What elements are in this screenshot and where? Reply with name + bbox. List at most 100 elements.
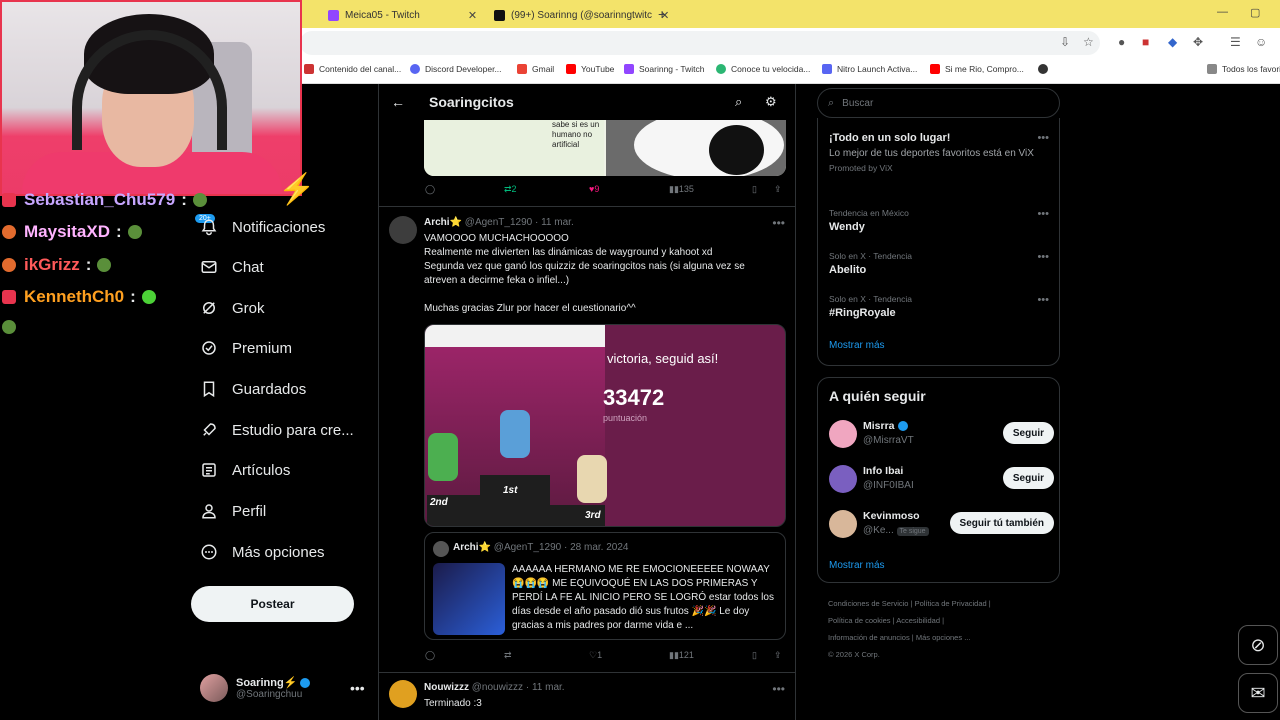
trends-panel: ¡Todo en un solo lugar! Lo mejor de tus … xyxy=(817,118,1060,366)
account-name: Soarinng⚡ xyxy=(236,677,298,689)
bookmark-item[interactable]: YouTube xyxy=(566,64,614,74)
show-more-link[interactable]: Mostrar más xyxy=(829,340,885,351)
reply-icon[interactable]: ◯ xyxy=(425,184,435,195)
views-icon[interactable]: ▮▮ 135 xyxy=(669,184,694,195)
views-icon[interactable]: ▮▮ 121 xyxy=(669,650,694,661)
bookmark-item[interactable]: Gmail xyxy=(517,64,554,74)
more-icon[interactable]: ••• xyxy=(1037,251,1049,263)
profile-icon[interactable]: ☺ xyxy=(1255,35,1267,49)
nav-chat[interactable]: Chat xyxy=(200,252,264,282)
nav-grok[interactable]: Grok xyxy=(200,293,265,323)
bookmark-icon[interactable]: ▯ xyxy=(752,184,757,195)
discord-icon xyxy=(410,64,420,74)
search-input[interactable]: ⌕ Buscar xyxy=(817,88,1060,118)
like-icon[interactable]: ♥ 9 xyxy=(589,184,599,194)
tiktok-icon xyxy=(494,9,505,21)
avatar[interactable] xyxy=(389,680,417,708)
avatar[interactable] xyxy=(389,216,417,244)
reply-icon[interactable]: ◯ xyxy=(425,650,435,661)
follow-button[interactable]: Seguir xyxy=(1002,422,1054,444)
back-arrow-icon[interactable]: ← xyxy=(391,94,405,110)
bookmark-item[interactable] xyxy=(1038,64,1053,74)
minimize-icon[interactable]: — xyxy=(1217,6,1228,18)
like-icon[interactable]: ♡ 1 xyxy=(589,650,602,661)
more-icon[interactable]: ••• xyxy=(1037,132,1049,144)
nav-premium[interactable]: Premium xyxy=(200,333,292,363)
mail-icon: ✉ xyxy=(1250,682,1266,703)
nav-creator-studio[interactable]: Estudio para cre... xyxy=(200,415,354,445)
bookmark-item[interactable]: Si me Rio, Compro... xyxy=(930,64,1024,74)
bookmark-icon[interactable]: ▯ xyxy=(752,650,757,661)
account-more-icon[interactable]: ••• xyxy=(350,680,365,696)
bookmark-item[interactable]: Todos los favoritos xyxy=(1207,64,1280,74)
bookmark-item[interactable]: Contenido del canal... xyxy=(304,64,401,74)
show-more-link[interactable]: Mostrar más xyxy=(829,560,885,571)
trend-item[interactable]: Tendencia en México Wendy ••• xyxy=(829,208,1049,233)
trend-item[interactable]: Solo en X · Tendencia #RingRoyale ••• xyxy=(829,294,1049,319)
extension-icon[interactable]: ◆ xyxy=(1168,35,1177,49)
gear-icon[interactable]: ⚙ xyxy=(765,94,777,110)
new-tab-button[interactable]: + xyxy=(658,6,666,22)
extension-icon[interactable]: ● xyxy=(1118,35,1125,49)
messages-button[interactable]: ✉ xyxy=(1238,673,1278,713)
more-icon[interactable]: ••• xyxy=(772,682,785,696)
maximize-icon[interactable]: ▢ xyxy=(1250,6,1260,19)
footer-links: Condiciones de Servicio | Política de Pr… xyxy=(828,599,991,659)
more-icon[interactable]: ••• xyxy=(1037,294,1049,306)
share-icon[interactable]: ⇪ xyxy=(774,184,782,195)
more-icon[interactable]: ••• xyxy=(772,216,785,230)
grok-button[interactable]: ⊘ xyxy=(1238,625,1278,665)
tweet-date[interactable]: · 11 mar. xyxy=(535,217,574,228)
more-icon[interactable]: ••• xyxy=(1037,208,1049,220)
follow-button[interactable]: Seguir xyxy=(1002,467,1054,489)
menu-icon[interactable]: ☰ xyxy=(1230,35,1241,49)
victory-text: victoria, seguid así! xyxy=(607,351,719,366)
bookmark-star-icon[interactable]: ☆ xyxy=(1083,35,1094,49)
third-character xyxy=(577,455,607,503)
verified-icon xyxy=(897,421,908,432)
promoted-trend[interactable]: ¡Todo en un solo lugar! Lo mejor de tus … xyxy=(829,132,1049,173)
tab-soarinng[interactable]: (99+) Soarinng (@soarinngtwitc ✕ xyxy=(494,4,669,26)
retweet-icon[interactable]: ⇄ xyxy=(504,650,512,661)
post-button[interactable]: Postear xyxy=(191,586,354,622)
nav-notifications[interactable]: Notificaciones xyxy=(200,212,325,242)
tab-meica05[interactable]: Meica05 - Twitch ✕ xyxy=(328,4,477,26)
nav-more-options[interactable]: Más opciones xyxy=(200,537,325,567)
account-switcher[interactable]: Soarinng⚡ @Soaringchuu xyxy=(200,674,311,702)
search-icon[interactable]: ⌕ xyxy=(735,94,742,110)
grok-icon xyxy=(203,302,215,314)
tweet-image[interactable]: sabe si es un humano no artificial xyxy=(424,120,786,176)
extension-icon[interactable]: ■ xyxy=(1142,35,1149,49)
bookmark-item[interactable]: Soarinng - Twitch xyxy=(624,64,705,74)
bookmark-item[interactable]: Nitro Launch Activa... xyxy=(822,64,917,74)
youtube-icon xyxy=(566,64,576,74)
chat-message xyxy=(2,320,16,334)
follow-suggestion[interactable]: Info Ibai @INF0IBAI Seguir xyxy=(829,461,1054,497)
score-label: puntuación xyxy=(603,413,648,423)
follow-suggestion[interactable]: Kevinmoso @Ke... Te sigue Seguir tú tamb… xyxy=(829,506,1054,542)
nav-bookmarks[interactable]: Guardados xyxy=(200,374,306,404)
chat-badge xyxy=(2,290,16,304)
puzzle-icon[interactable]: ✥ xyxy=(1193,35,1203,49)
follow-suggestion[interactable]: Misrra @MisrraVT Seguir xyxy=(829,416,1054,452)
tweet[interactable]: Nouwizzz @nouwizzz · 11 mar. ••• Termina… xyxy=(379,680,795,720)
share-icon[interactable]: ⇪ xyxy=(774,650,782,661)
panel-title: A quién seguir xyxy=(829,388,926,404)
bookmark-item[interactable]: Discord Developer... xyxy=(410,64,502,74)
author-name[interactable]: Nouwizzz xyxy=(424,682,469,693)
bookmark-item[interactable]: Conoce tu velocida... xyxy=(716,64,810,74)
author-name[interactable]: Archi⭐ xyxy=(424,217,462,228)
install-icon[interactable]: ⇩ xyxy=(1060,35,1070,49)
follow-back-button[interactable]: Seguir tú también xyxy=(949,512,1054,534)
close-tab-icon[interactable]: ✕ xyxy=(468,9,477,22)
nitro-icon xyxy=(822,64,832,74)
trend-item[interactable]: Solo en X · Tendencia Abelito ••• xyxy=(829,251,1049,276)
retweet-icon[interactable]: ⇄ 2 xyxy=(504,184,517,195)
nav-profile[interactable]: Perfil xyxy=(200,496,266,526)
omnibox[interactable] xyxy=(300,31,1100,55)
bookmark-icon xyxy=(203,381,215,398)
tweet-date[interactable]: · 11 mar. xyxy=(526,682,565,693)
quoted-tweet[interactable]: Archi⭐ @AgenT_1290 · 28 mar. 2024 AAAAAA… xyxy=(424,532,786,640)
tweet-media[interactable]: 1st 2nd 3rd victoria, seguid así! 33472 … xyxy=(424,324,786,527)
nav-articles[interactable]: Artículos xyxy=(200,455,290,485)
